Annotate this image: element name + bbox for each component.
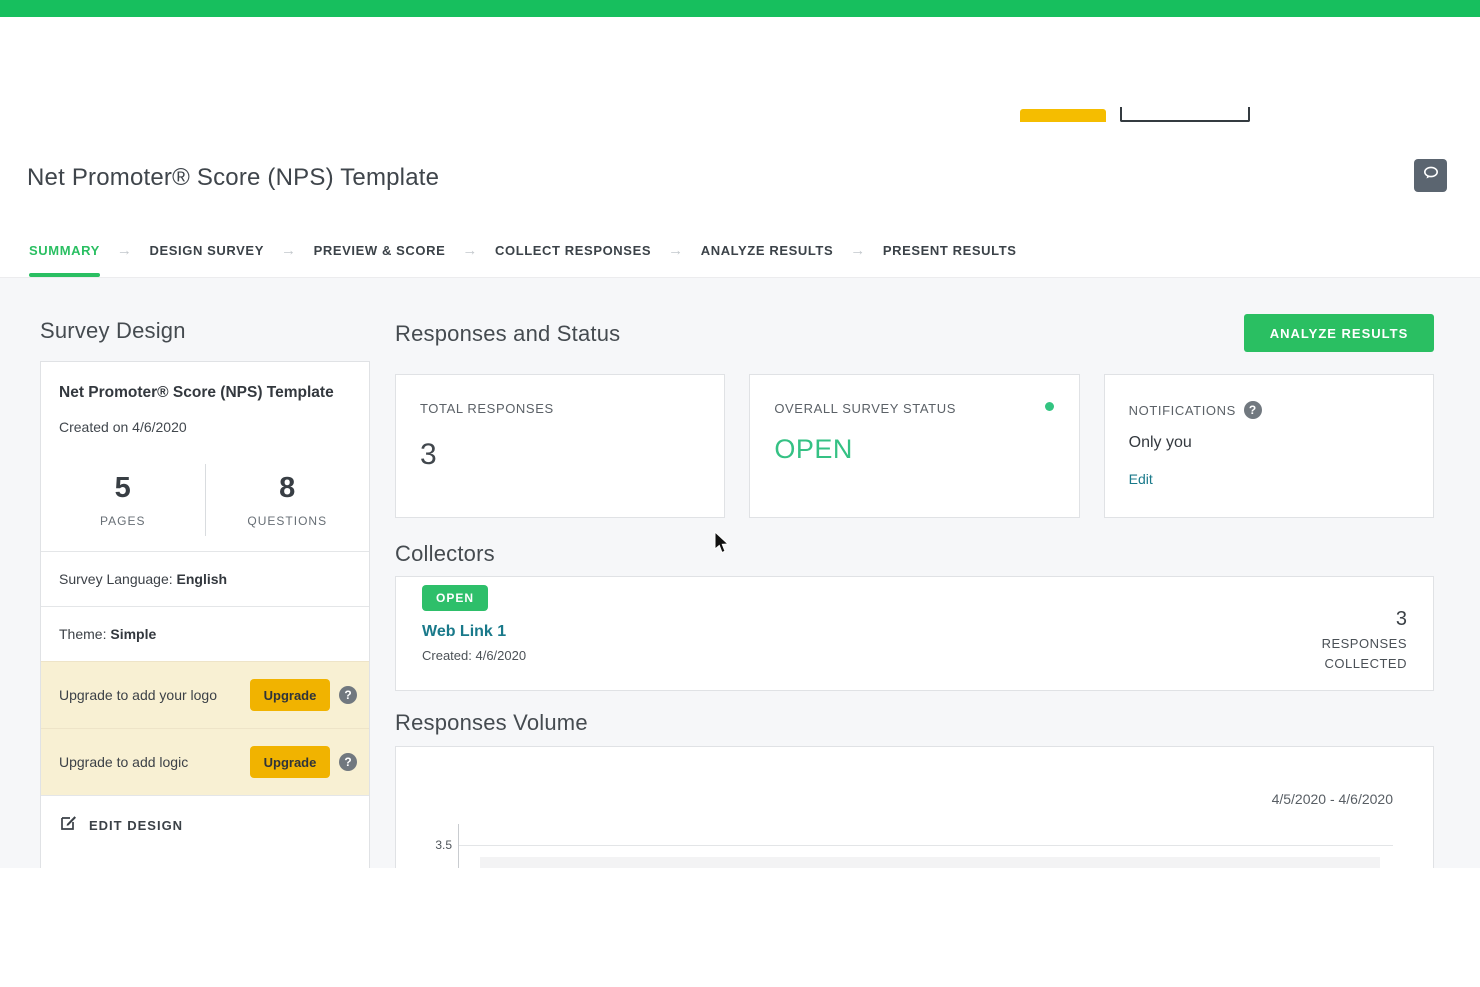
collector-row: OPEN Web Link 1 Created: 4/6/2020 3 RESP…	[395, 576, 1434, 691]
chart-y-axis	[458, 824, 459, 868]
upgrade-logic-row: Upgrade to add logic Upgrade ?	[41, 728, 369, 795]
help-question-icon[interactable]: ?	[339, 753, 357, 771]
content-area: Survey Design Net Promoter® Score (NPS) …	[0, 277, 1480, 868]
collector-status-badge: OPEN	[422, 585, 488, 611]
status-cards-row: TOTAL RESPONSES 3 OVERALL SURVEY STATUS …	[395, 374, 1434, 518]
upgrade-logo-button[interactable]: Upgrade	[250, 679, 330, 711]
tab-preview-score[interactable]: PREVIEW & SCORE	[314, 243, 446, 258]
tab-collect-responses[interactable]: COLLECT RESPONSES	[495, 243, 651, 258]
survey-status-card: OVERALL SURVEY STATUS OPEN	[749, 374, 1079, 518]
survey-design-card: Net Promoter® Score (NPS) Template Creat…	[40, 361, 370, 868]
status-green-dot-icon	[1045, 402, 1054, 411]
survey-design-heading: Survey Design	[40, 318, 186, 344]
responses-count-label-1: RESPONSES	[1322, 636, 1407, 651]
responses-volume-chart-card: 4/5/2020 - 4/6/2020 3.5	[395, 746, 1434, 868]
survey-status-value: OPEN	[774, 434, 1054, 465]
tab-design-survey[interactable]: DESIGN SURVEY	[150, 243, 264, 258]
topbar-button-cropped[interactable]	[1120, 107, 1250, 122]
survey-status-label: OVERALL SURVEY STATUS	[774, 401, 1054, 416]
tab-present-results[interactable]: PRESENT RESULTS	[883, 243, 1017, 258]
pages-count: 5	[41, 472, 205, 505]
collector-created-date: Created: 4/6/2020	[422, 648, 526, 663]
responses-status-heading: Responses and Status	[395, 321, 620, 347]
arrow-right-icon: →	[281, 242, 297, 259]
responses-count-number: 3	[1322, 608, 1407, 631]
notifications-label: NOTIFICATIONS	[1129, 403, 1236, 418]
page-title: Net Promoter® Score (NPS) Template	[27, 164, 439, 192]
arrow-right-icon: →	[668, 242, 684, 259]
chart-gridline	[459, 845, 1393, 846]
arrow-right-icon: →	[462, 242, 478, 259]
upgrade-logo-text: Upgrade to add your logo	[59, 687, 250, 703]
chat-button[interactable]	[1414, 159, 1447, 192]
theme-row: Theme: Simple	[41, 606, 369, 661]
arrow-right-icon: →	[117, 242, 133, 259]
tab-analyze-results[interactable]: ANALYZE RESULTS	[701, 243, 834, 258]
top-nav-bar	[0, 0, 1480, 17]
total-responses-label: TOTAL RESPONSES	[420, 401, 700, 416]
survey-created-date: Created on 4/6/2020	[59, 419, 351, 435]
chat-bubble-icon	[1422, 165, 1440, 186]
edit-pencil-icon	[59, 813, 78, 837]
upgrade-logo-row: Upgrade to add your logo Upgrade ?	[41, 661, 369, 728]
apps-grid-icon[interactable]	[1268, 112, 1293, 119]
survey-language-value: English	[177, 571, 228, 587]
notifications-value: Only you	[1129, 434, 1409, 452]
total-responses-value: 3	[420, 438, 700, 472]
upgrade-logic-button[interactable]: Upgrade	[250, 746, 330, 778]
theme-value: Simple	[110, 626, 156, 642]
pages-stat: 5 PAGES	[41, 464, 206, 536]
pages-label: PAGES	[41, 514, 205, 528]
collector-responses-count: 3 RESPONSES COLLECTED	[1322, 608, 1407, 671]
chart-area-fill-cropped	[480, 857, 1380, 868]
survey-language-label: Survey Language:	[59, 571, 173, 587]
arrow-right-icon: →	[850, 242, 866, 259]
chart-y-tick: 3.5	[412, 838, 452, 852]
theme-label: Theme:	[59, 626, 106, 642]
survey-stats: 5 PAGES 8 QUESTIONS	[41, 449, 369, 551]
questions-stat: 8 QUESTIONS	[206, 464, 370, 536]
collector-name-link[interactable]: Web Link 1	[422, 623, 506, 641]
tab-summary[interactable]: SUMMARY	[29, 243, 100, 258]
edit-design-button[interactable]: EDIT DESIGN	[41, 795, 369, 854]
collectors-heading: Collectors	[395, 541, 495, 567]
survey-language-row: Survey Language: English	[41, 551, 369, 606]
analyze-results-button[interactable]: ANALYZE RESULTS	[1244, 314, 1434, 352]
mouse-cursor	[714, 531, 731, 560]
edit-design-label: EDIT DESIGN	[89, 818, 183, 833]
notifications-card: NOTIFICATIONS ? Only you Edit	[1104, 374, 1434, 518]
responses-volume-heading: Responses Volume	[395, 710, 588, 736]
chart-date-range: 4/5/2020 - 4/6/2020	[1272, 791, 1393, 807]
upgrade-topbar-button-cropped[interactable]	[1020, 109, 1106, 122]
survey-step-tabs: SUMMARY → DESIGN SURVEY → PREVIEW & SCOR…	[29, 242, 1017, 259]
responses-count-label-2: COLLECTED	[1322, 656, 1407, 671]
survey-title: Net Promoter® Score (NPS) Template	[59, 383, 351, 402]
upgrade-logic-text: Upgrade to add logic	[59, 754, 250, 770]
questions-count: 8	[206, 472, 370, 505]
notifications-edit-link[interactable]: Edit	[1129, 471, 1153, 487]
help-question-icon[interactable]: ?	[339, 686, 357, 704]
help-circle-icon[interactable]	[1315, 108, 1335, 121]
help-question-icon[interactable]: ?	[1244, 401, 1262, 419]
questions-label: QUESTIONS	[206, 514, 370, 528]
total-responses-card: TOTAL RESPONSES 3	[395, 374, 725, 518]
